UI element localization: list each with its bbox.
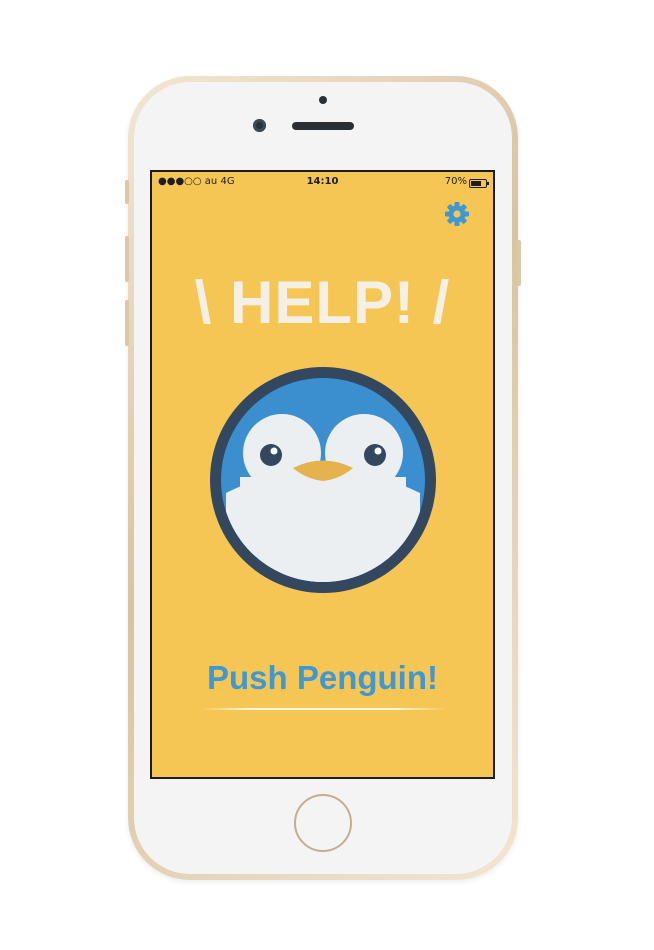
penguin-button[interactable] (210, 367, 436, 593)
battery-percent: 70% (444, 176, 467, 187)
left-eye (260, 444, 282, 466)
power-button (517, 240, 521, 286)
home-button[interactable] (294, 794, 352, 852)
volume-down-button (125, 300, 129, 346)
front-camera (253, 119, 266, 132)
app-screen: ●●●○○ au 4G 14:10 70% \ HELP! / Push Pen… (150, 170, 495, 779)
earpiece-speaker (292, 122, 354, 130)
volume-up-button (125, 236, 129, 282)
battery-icon (469, 179, 489, 188)
status-bar: ●●●○○ au 4G 14:10 70% (152, 175, 493, 191)
right-eye (364, 444, 386, 466)
help-title: \ HELP! / (194, 269, 451, 336)
gear-icon[interactable] (444, 201, 470, 227)
proximity-sensor (319, 96, 327, 104)
push-penguin-label: Push Penguin! (207, 659, 438, 696)
push-label-underline (200, 708, 446, 710)
battery-fill (471, 181, 481, 186)
mute-switch (125, 180, 129, 204)
status-time: 14:10 (306, 176, 339, 187)
